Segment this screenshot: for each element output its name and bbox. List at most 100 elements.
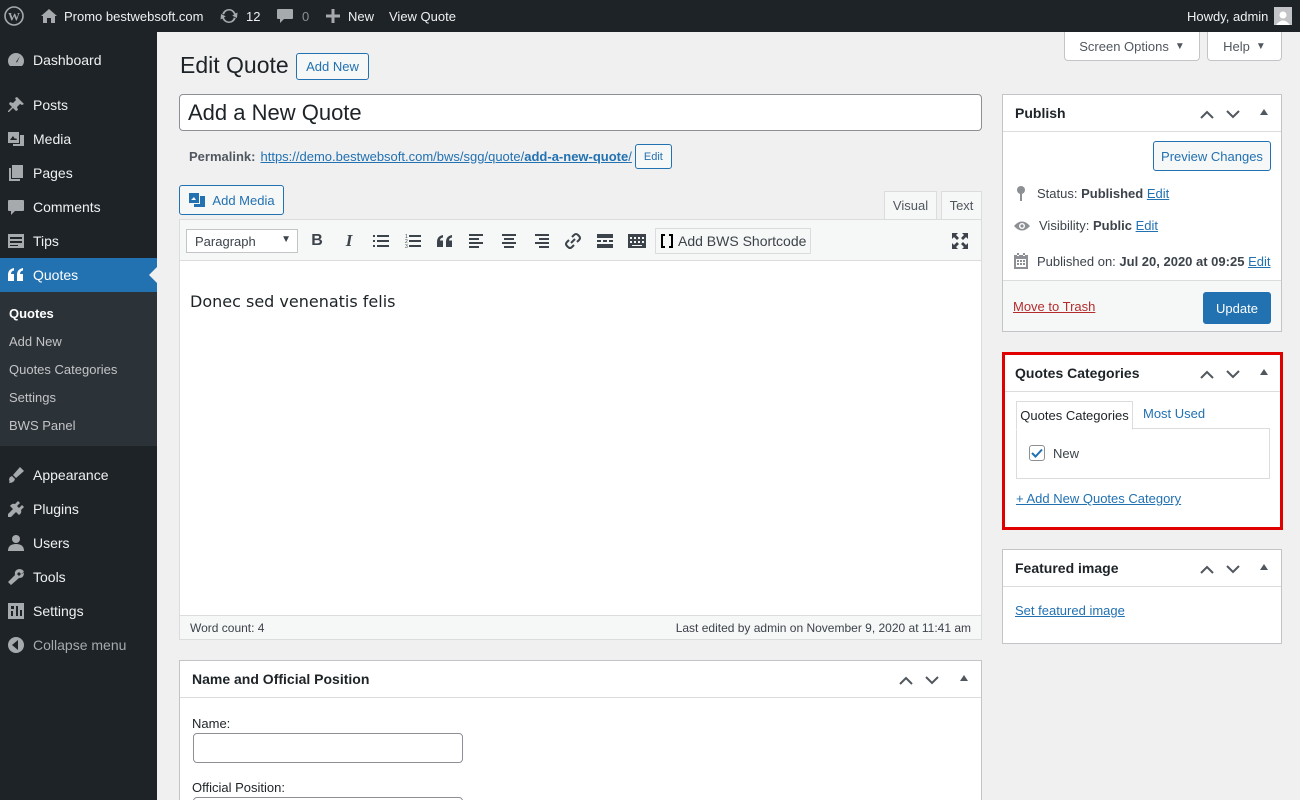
permalink-link[interactable]: https://demo.bestwebsoft.com/bws/sgg/quo… (260, 149, 631, 164)
submenu-quotes-categories[interactable]: Quotes Categories (9, 362, 117, 377)
align-right-icon[interactable] (529, 229, 553, 253)
settings-icon (6, 601, 26, 621)
menu-plugins[interactable]: Plugins (0, 492, 157, 526)
move-down-icon[interactable] (1224, 105, 1242, 123)
submenu-quotes[interactable]: Quotes (9, 306, 54, 321)
menu-settings[interactable]: Settings (0, 594, 157, 628)
toggle-panel-icon[interactable] (1260, 369, 1268, 375)
name-input[interactable] (193, 733, 463, 763)
editor-content[interactable]: Donec sed venenatis felis (190, 292, 395, 311)
dashboard-icon (6, 50, 26, 70)
svg-text:W: W (8, 10, 20, 24)
screen-options-button[interactable]: Screen Options ▼ (1064, 32, 1200, 61)
bulleted-list-icon[interactable] (369, 229, 393, 253)
tab-visual[interactable]: Visual (884, 191, 937, 220)
submenu-bws-panel[interactable]: BWS Panel (9, 418, 75, 433)
menu-label: Plugins (33, 501, 79, 517)
name-position-box: Name and Official Position Name: Officia… (179, 660, 982, 800)
add-new-category-link[interactable]: + Add New Quotes Category (1016, 491, 1181, 506)
brush-icon (6, 465, 26, 485)
move-up-icon[interactable] (1198, 365, 1216, 383)
link-icon[interactable] (561, 229, 585, 253)
shortcode-brackets-icon (660, 233, 674, 249)
status-row: Status: Published Edit (1013, 184, 1169, 202)
submenu-settings[interactable]: Settings (9, 390, 56, 405)
menu-label: Settings (33, 603, 84, 619)
updates-count: 12 (246, 8, 261, 24)
help-button[interactable]: Help ▼ (1207, 32, 1282, 61)
checkmark-icon (1031, 448, 1043, 458)
menu-label: Tips (33, 233, 59, 249)
tab-text[interactable]: Text (941, 191, 982, 220)
add-bws-shortcode-button[interactable]: Add BWS Shortcode (655, 228, 812, 254)
comments-count: 0 (302, 8, 310, 24)
view-quote-link[interactable]: View Quote (389, 0, 456, 32)
menu-label: Posts (33, 97, 69, 113)
published-on-value: Jul 20, 2020 at 09:25 (1119, 253, 1245, 269)
tab-all-categories[interactable]: Quotes Categories (1016, 401, 1133, 430)
bold-icon[interactable]: B (305, 229, 329, 253)
menu-tools[interactable]: Tools (0, 560, 157, 594)
read-more-icon[interactable] (593, 229, 617, 253)
submenu-add-new[interactable]: Add New (9, 334, 62, 349)
move-to-trash-link[interactable]: Move to Trash (1013, 299, 1095, 314)
toggle-panel-icon[interactable] (960, 675, 968, 681)
add-media-button[interactable]: Add Media (179, 185, 284, 215)
site-name-link[interactable]: Promo bestwebsoft.com (40, 0, 203, 32)
move-up-icon[interactable] (1198, 105, 1216, 123)
toolbar-toggle-icon[interactable] (625, 229, 649, 253)
align-left-icon[interactable] (465, 229, 489, 253)
edit-visibility-link[interactable]: Edit (1136, 218, 1158, 233)
toggle-panel-icon[interactable] (1260, 564, 1268, 570)
updates-link[interactable]: 12 (219, 0, 260, 32)
postbox-title: Name and Official Position (192, 671, 370, 687)
numbered-list-icon[interactable]: 123 (401, 229, 425, 253)
edit-date-link[interactable]: Edit (1248, 254, 1270, 269)
my-account-link[interactable]: Howdy, admin (1187, 0, 1293, 32)
toggle-panel-icon[interactable] (1260, 109, 1268, 115)
menu-label: Tools (33, 569, 66, 585)
menu-media[interactable]: Media (0, 122, 157, 156)
page-title: Edit Quote (180, 52, 289, 78)
menu-pages[interactable]: Pages (0, 156, 157, 190)
wordpress-logo-icon[interactable]: W (4, 0, 26, 32)
post-title-input[interactable]: Add a New Quote (179, 94, 982, 131)
preview-changes-button[interactable]: Preview Changes (1153, 141, 1271, 171)
move-down-icon[interactable] (923, 671, 941, 689)
move-up-icon[interactable] (897, 671, 915, 689)
move-down-icon[interactable] (1224, 560, 1242, 578)
set-featured-image-link[interactable]: Set featured image (1015, 603, 1125, 618)
menu-comments[interactable]: Comments (0, 190, 157, 224)
edit-status-link[interactable]: Edit (1147, 186, 1169, 201)
featured-image-box: Featured image Set featured image (1002, 549, 1282, 644)
move-up-icon[interactable] (1198, 560, 1216, 578)
tab-most-used[interactable]: Most Used (1143, 406, 1205, 421)
menu-posts[interactable]: Posts (0, 88, 157, 122)
menu-appearance[interactable]: Appearance (0, 458, 157, 492)
category-checkbox[interactable] (1029, 445, 1045, 461)
wrench-icon (6, 567, 26, 587)
menu-quotes[interactable]: Quotes (0, 258, 157, 292)
admin-bar: W Promo bestwebsoft.com 12 0 New View Qu… (0, 0, 1300, 32)
menu-users[interactable]: Users (0, 526, 157, 560)
fullscreen-icon[interactable] (948, 229, 972, 253)
collapse-menu-button[interactable]: Collapse menu (0, 628, 157, 662)
category-item[interactable]: New (1029, 445, 1079, 461)
align-center-icon[interactable] (497, 229, 521, 253)
italic-icon[interactable]: I (337, 229, 361, 253)
format-select[interactable]: Paragraph ▼ (186, 229, 298, 253)
menu-dashboard[interactable]: Dashboard (0, 43, 157, 77)
comments-link[interactable]: 0 (276, 0, 309, 32)
permalink-slug: add-a-new-quote (524, 149, 629, 164)
edit-permalink-button[interactable]: Edit (634, 144, 672, 169)
blockquote-icon[interactable] (433, 229, 457, 253)
published-on-row: Published on: Jul 20, 2020 at 09:25 Edit (1013, 252, 1270, 270)
update-button[interactable]: Update (1203, 292, 1271, 324)
last-edited: Last edited by admin on November 9, 2020… (675, 621, 971, 635)
add-new-button[interactable]: Add New (296, 53, 369, 80)
move-down-icon[interactable] (1224, 365, 1242, 383)
new-content-link[interactable]: New (325, 0, 374, 32)
editor: Paragraph ▼ B I 123 Add BWS Shortcode Do… (179, 219, 982, 640)
menu-tips[interactable]: Tips (0, 224, 157, 258)
howdy-text: Howdy, admin (1187, 8, 1269, 24)
